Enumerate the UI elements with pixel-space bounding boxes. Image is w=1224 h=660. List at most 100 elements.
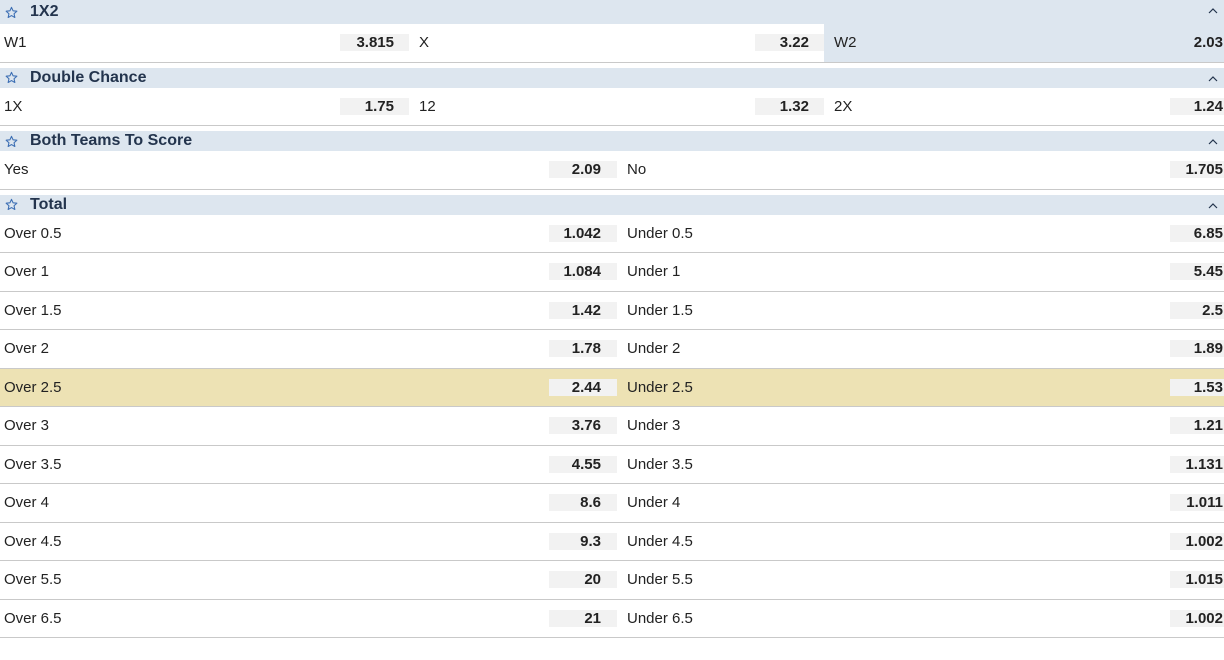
outcome-label: 1X — [4, 97, 23, 115]
odd-value[interactable]: 1.042 — [549, 224, 617, 242]
odd-value[interactable]: 1.42 — [549, 301, 617, 319]
market-header-total[interactable]: Total — [0, 189, 1224, 215]
outcome-under[interactable]: Under 2.5 1.53 — [617, 368, 1224, 406]
outcome-label: Over 2 — [4, 340, 50, 358]
odd-value[interactable]: 4.55 — [549, 455, 617, 473]
outcome-label: W2 — [834, 34, 857, 52]
odd-value[interactable]: 1.002 — [1170, 532, 1224, 550]
outcome-over[interactable]: Over 1.5 1.42 — [0, 292, 617, 330]
odd-value[interactable]: 1.21 — [1170, 417, 1224, 435]
market-total: Total Over 0.5 1.042 Under 0.5 6.85 Over 1 1.… — [0, 189, 1224, 638]
odd-value[interactable]: 1.705 — [1170, 161, 1224, 179]
outcome-over[interactable]: Over 4 8.6 — [0, 484, 617, 522]
odd-value[interactable]: 2.09 — [549, 161, 617, 179]
odd-value[interactable]: 20 — [549, 571, 617, 589]
chevron-up-icon[interactable] — [1208, 201, 1218, 211]
outcome-1x[interactable]: 1X 1.75 — [0, 88, 409, 126]
outcome-label: 12 — [419, 97, 436, 115]
market-title: Total — [30, 195, 68, 213]
outcome-over[interactable]: Over 2.5 2.44 — [0, 368, 617, 406]
odd-value[interactable]: 3.76 — [549, 417, 617, 435]
star-outline-icon[interactable] — [5, 6, 18, 19]
outcome-label: Under 4.5 — [627, 532, 693, 550]
odd-value[interactable]: 1.011 — [1170, 494, 1224, 512]
outcome-label: Under 6.5 — [627, 609, 693, 627]
odd-value[interactable]: 2.5 — [1170, 301, 1224, 319]
outcome-label: Over 3.5 — [4, 455, 62, 473]
outcome-label: Under 2 — [627, 340, 681, 358]
outcome-label: Over 3 — [4, 417, 50, 435]
odd-value[interactable]: 9.3 — [549, 532, 617, 550]
star-outline-icon[interactable] — [5, 135, 18, 148]
outcome-label: Under 1.5 — [627, 301, 693, 319]
market-header-double-chance[interactable]: Double Chance — [0, 62, 1224, 88]
outcome-label: Under 3 — [627, 417, 681, 435]
chevron-up-icon[interactable] — [1208, 6, 1218, 16]
market-title: 1X2 — [30, 3, 59, 20]
outcome-over[interactable]: Over 0.5 1.042 — [0, 215, 617, 253]
odd-value[interactable]: 1.78 — [549, 340, 617, 358]
market-header-btts[interactable]: Both Teams To Score — [0, 126, 1224, 151]
outcome-yes[interactable]: Yes 2.09 — [0, 151, 617, 189]
odd-value[interactable]: 1.24 — [1170, 97, 1224, 115]
outcome-label: No — [627, 161, 647, 179]
odd-value[interactable]: 5.45 — [1170, 263, 1224, 281]
outcome-under[interactable]: Under 4 1.011 — [617, 484, 1224, 522]
outcome-over[interactable]: Over 4.5 9.3 — [0, 523, 617, 561]
outcome-label: Over 6.5 — [4, 609, 62, 627]
outcome-under[interactable]: Under 6.5 1.002 — [617, 600, 1224, 638]
outcome-w1[interactable]: W1 3.815 — [0, 24, 409, 62]
outcome-label: Over 2.5 — [4, 378, 62, 396]
outcome-under[interactable]: Under 1.5 2.5 — [617, 292, 1224, 330]
outcome-over[interactable]: Over 3.5 4.55 — [0, 446, 617, 484]
outcome-label: Yes — [4, 161, 29, 179]
outcome-under[interactable]: Under 4.5 1.002 — [617, 523, 1224, 561]
outcome-label: W1 — [4, 34, 27, 52]
total-row: Over 5.5 20 Under 5.5 1.015 — [0, 561, 1224, 600]
outcome-under[interactable]: Under 3.5 1.131 — [617, 446, 1224, 484]
chevron-up-icon[interactable] — [1208, 74, 1218, 84]
outcome-under[interactable]: Under 5.5 1.015 — [617, 561, 1224, 599]
total-row: Over 2 1.78 Under 2 1.89 — [0, 330, 1224, 369]
outcome-under[interactable]: Under 2 1.89 — [617, 330, 1224, 368]
chevron-up-icon[interactable] — [1208, 137, 1218, 147]
odd-value[interactable]: 1.53 — [1170, 378, 1224, 396]
star-outline-icon[interactable] — [5, 71, 18, 84]
total-row: Over 4 8.6 Under 4 1.011 — [0, 484, 1224, 523]
odd-value[interactable]: 1.015 — [1170, 571, 1224, 589]
outcome-label: Under 3.5 — [627, 455, 693, 473]
outcome-label: Under 4 — [627, 494, 681, 512]
outcome-over[interactable]: Over 1 1.084 — [0, 253, 617, 291]
odd-value[interactable]: 6.85 — [1170, 224, 1224, 242]
star-outline-icon[interactable] — [5, 198, 18, 211]
outcome-over[interactable]: Over 3 3.76 — [0, 407, 617, 445]
outcome-under[interactable]: Under 0.5 6.85 — [617, 215, 1224, 253]
outcome-row: 1X 1.75 12 1.32 2X 1.24 — [0, 88, 1224, 126]
odd-value[interactable]: 2.03 — [1170, 34, 1224, 51]
odd-value[interactable]: 1.002 — [1170, 609, 1224, 627]
odd-value[interactable]: 3.22 — [755, 34, 824, 52]
outcome-under[interactable]: Under 1 5.45 — [617, 253, 1224, 291]
outcome-over[interactable]: Over 5.5 20 — [0, 561, 617, 599]
outcome-label: Under 0.5 — [627, 224, 693, 242]
outcome-12[interactable]: 12 1.32 — [409, 88, 824, 126]
odd-value[interactable]: 2.44 — [549, 378, 617, 396]
outcome-x[interactable]: X 3.22 — [409, 24, 824, 62]
odd-value[interactable]: 1.89 — [1170, 340, 1224, 358]
outcome-no[interactable]: No 1.705 — [617, 151, 1224, 189]
total-row: Over 3 3.76 Under 3 1.21 — [0, 407, 1224, 446]
odd-value[interactable]: 1.131 — [1170, 455, 1224, 473]
market-header-1x2[interactable]: 1X2 — [0, 0, 1224, 24]
outcome-2x[interactable]: 2X 1.24 — [824, 88, 1224, 126]
odd-value[interactable]: 3.815 — [340, 34, 409, 52]
outcome-w2[interactable]: W2 2.03 — [824, 24, 1224, 62]
outcome-over[interactable]: Over 6.5 21 — [0, 600, 617, 638]
odd-value[interactable]: 1.084 — [549, 263, 617, 281]
odd-value[interactable]: 1.75 — [340, 97, 409, 115]
odd-value[interactable]: 21 — [549, 609, 617, 627]
outcome-under[interactable]: Under 3 1.21 — [617, 407, 1224, 445]
odd-value[interactable]: 1.32 — [755, 97, 824, 115]
total-row: Over 3.5 4.55 Under 3.5 1.131 — [0, 446, 1224, 484]
outcome-over[interactable]: Over 2 1.78 — [0, 330, 617, 368]
odd-value[interactable]: 8.6 — [549, 494, 617, 512]
